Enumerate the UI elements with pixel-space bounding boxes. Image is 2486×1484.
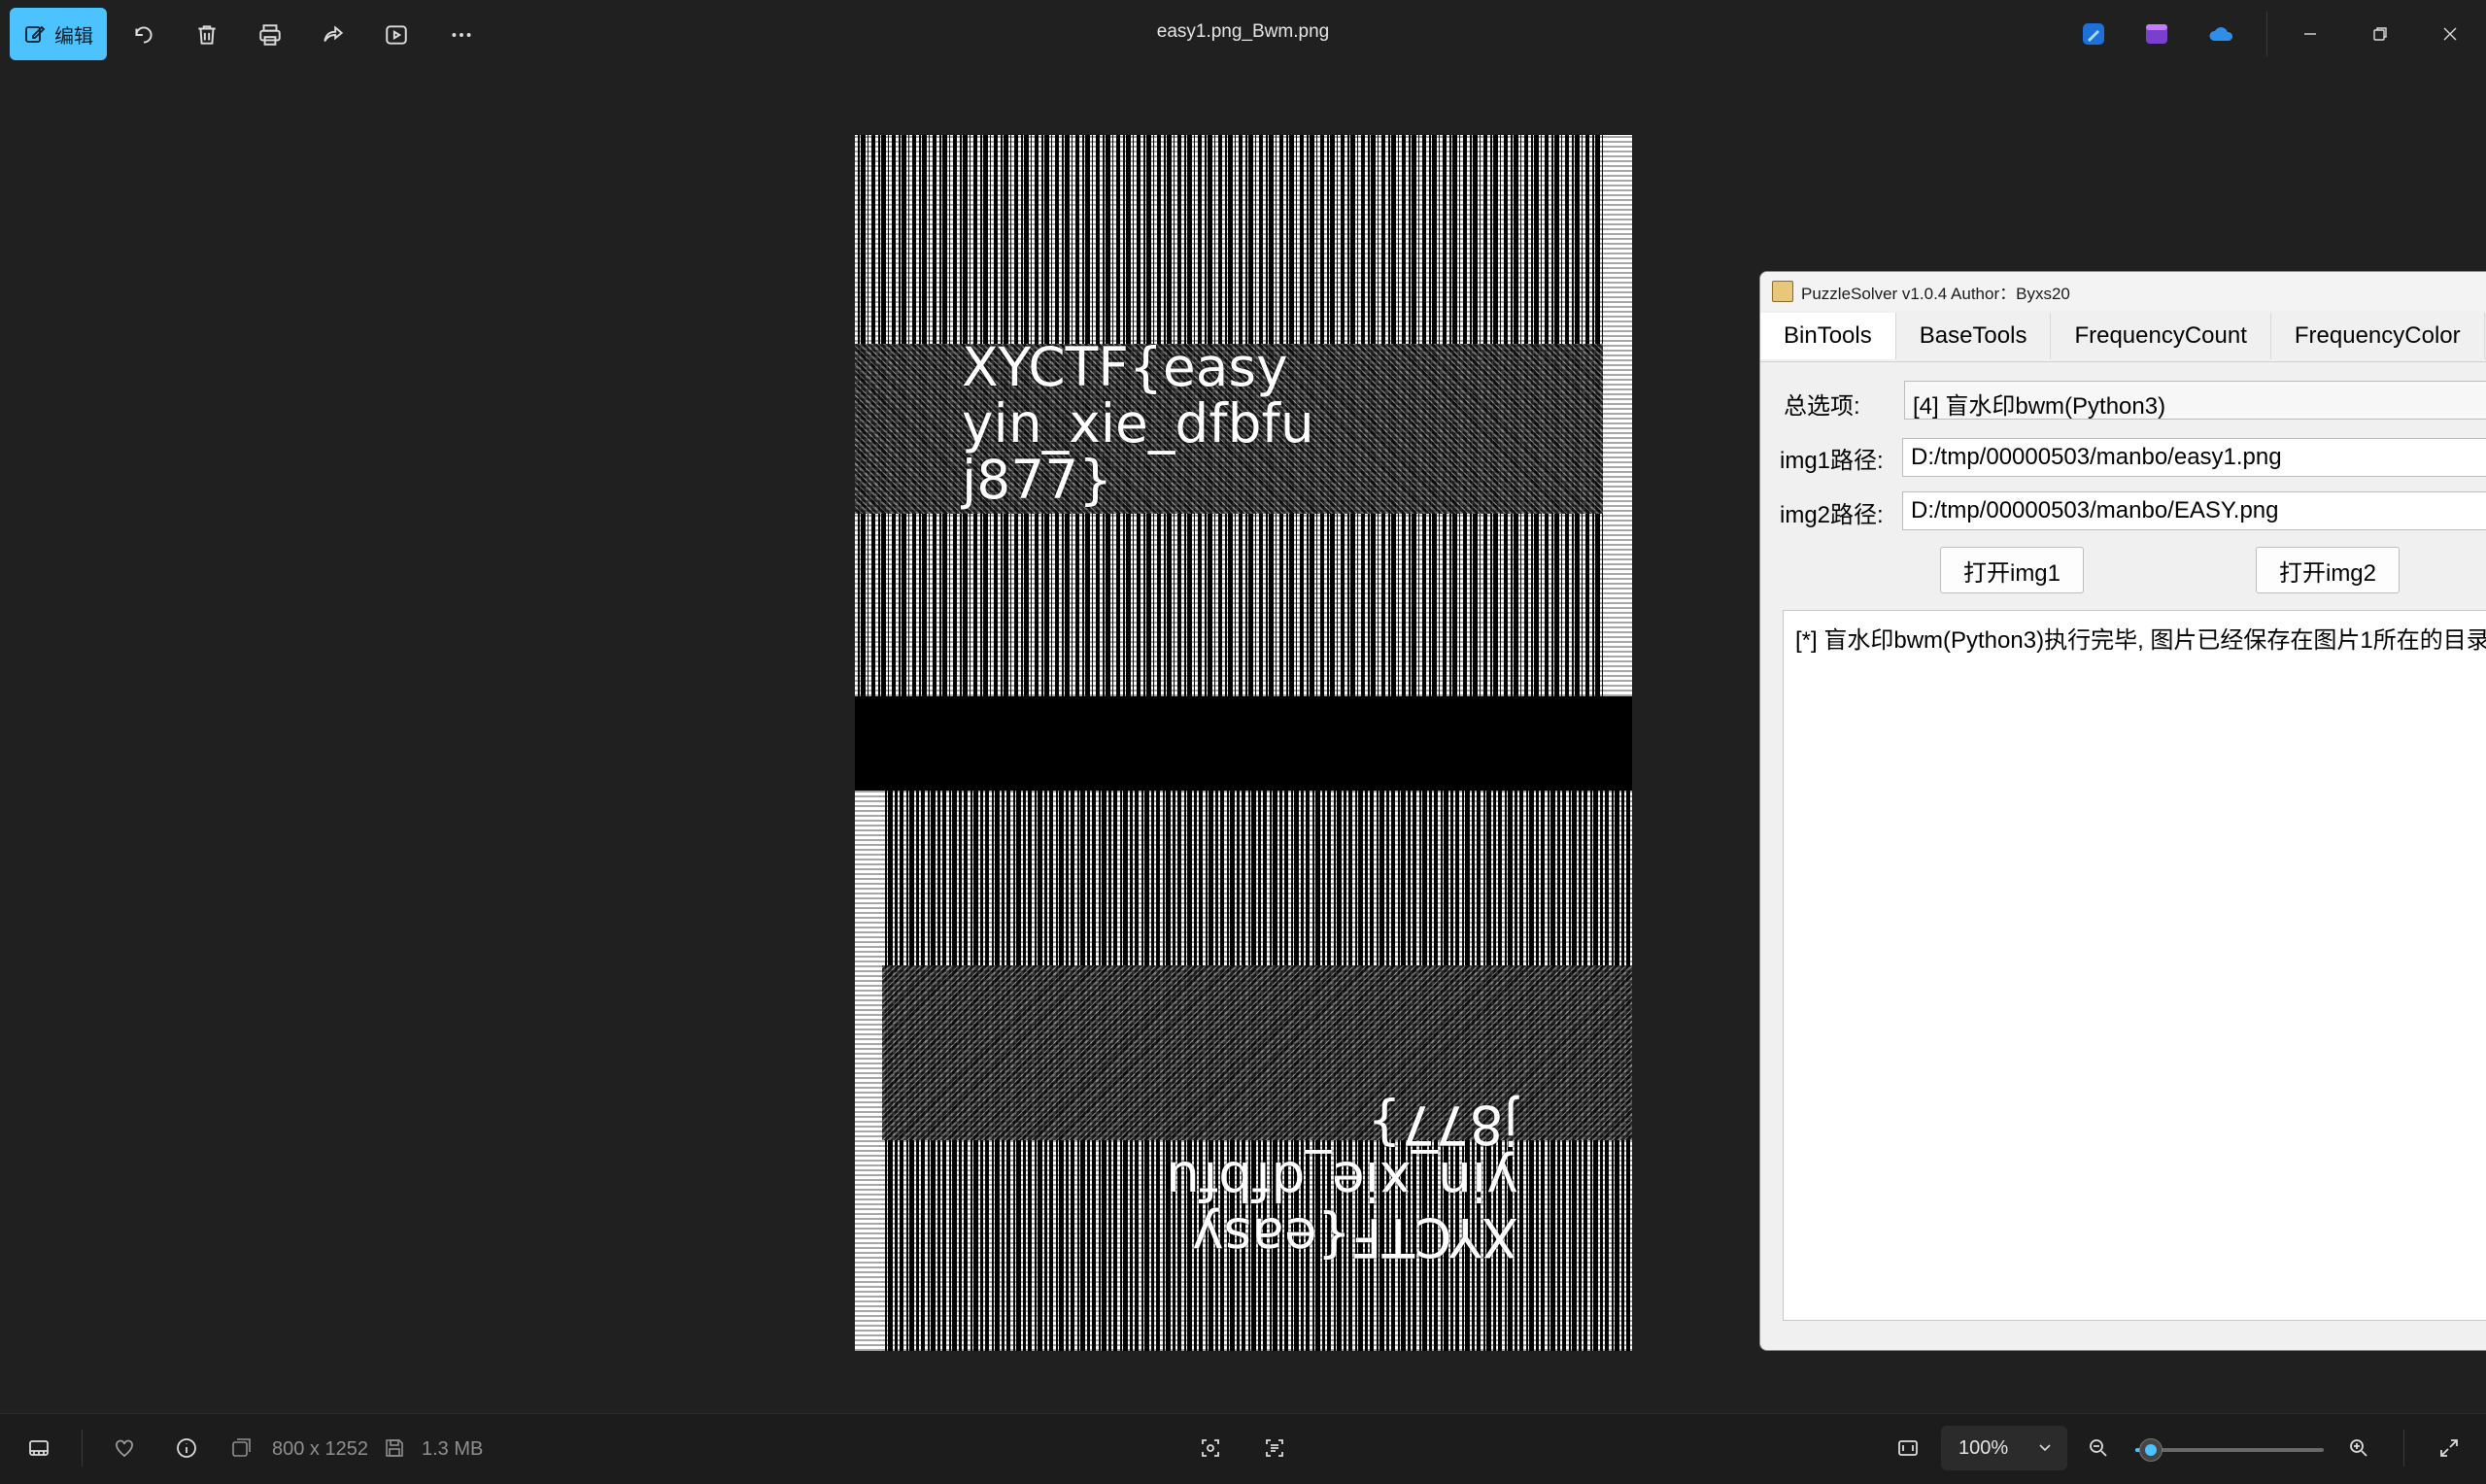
- favorite-button[interactable]: [109, 1433, 140, 1464]
- dimensions-icon-wrap: [229, 1433, 253, 1464]
- puzzlesolver-app-icon: [1772, 281, 1793, 302]
- zoom-slider-track[interactable]: [2135, 1448, 2324, 1452]
- white-edge: [1605, 135, 1632, 696]
- zoom-level-dropdown[interactable]: 100%: [1941, 1426, 2067, 1470]
- delete-icon: [198, 25, 216, 45]
- fullscreen-button[interactable]: [2434, 1433, 2465, 1464]
- designer-icon: [2083, 23, 2104, 45]
- white-edge: [855, 791, 882, 1351]
- zoom-level-value: 100%: [1958, 1436, 2009, 1459]
- info-icon: [177, 1438, 196, 1458]
- edit-label: 编辑: [54, 25, 93, 48]
- zoom-out-button[interactable]: [2083, 1433, 2114, 1464]
- minimize-icon: [2304, 33, 2316, 35]
- tab-frequencycolor[interactable]: FrequencyColor: [2271, 313, 2485, 359]
- output-textarea[interactable]: [*] 盲水印bwm(Python3)执行完毕, 图片已经保存在图片1所在的目录: [1783, 610, 2486, 1321]
- delete-button[interactable]: [185, 13, 229, 57]
- statusbar-divider: [82, 1430, 83, 1467]
- file-info-button[interactable]: [171, 1433, 202, 1464]
- zoom-in-button[interactable]: [2343, 1433, 2374, 1464]
- img1-path-field[interactable]: D:/tmp/00000503/manbo/easy1.png: [1902, 438, 2486, 477]
- tab-frequencycount[interactable]: FrequencyCount: [2051, 313, 2271, 359]
- clipchamp-icon: [2146, 24, 2167, 44]
- open-img2-button[interactable]: 打开img2: [2256, 547, 2400, 593]
- filmstrip-icon: [29, 1440, 49, 1456]
- puzzlesolver-window: PuzzleSolver v1.0.4 Author：Byxs20 BinToo…: [1759, 271, 2486, 1351]
- clipchamp-button[interactable]: [2142, 19, 2171, 49]
- chevron-down-icon: [2039, 1444, 2051, 1452]
- tab-basetools[interactable]: BaseTools: [1896, 313, 2052, 359]
- top-toolbar: [0, 0, 2486, 70]
- scan-icon: [1202, 1439, 1219, 1457]
- onedrive-button[interactable]: [2207, 19, 2236, 49]
- tab-bintools[interactable]: BinTools: [1760, 313, 1896, 359]
- print-button[interactable]: [248, 13, 292, 57]
- img2-path-label: img2路径:: [1780, 502, 1884, 528]
- more-button[interactable]: [439, 13, 484, 57]
- zoom-slider-thumb[interactable]: [2139, 1438, 2162, 1462]
- restore-icon: [2373, 27, 2387, 41]
- puzzlesolver-tabs: BinTools BaseTools FrequencyCount Freque…: [1760, 313, 2486, 362]
- zoom-in-icon: [2350, 1439, 2367, 1457]
- slideshow-button[interactable]: [374, 13, 419, 57]
- more-icon: [452, 33, 471, 37]
- slideshow-icon: [386, 25, 407, 45]
- fit-screen-icon: [1898, 1440, 1918, 1456]
- watermark-text-top: XYCTF{easy yin_xie_dfbfu j877}: [962, 336, 1314, 511]
- rotate-button[interactable]: [121, 13, 166, 57]
- edit-icon: [25, 25, 46, 43]
- fit-to-window-button[interactable]: [1892, 1433, 1924, 1464]
- heart-icon: [116, 1439, 133, 1458]
- watermark-text-bottom: XYCTF{easy yin_xie_dfbfu j877}: [1166, 1094, 1518, 1268]
- resize-icon: [232, 1438, 251, 1457]
- toolbar-divider: [2266, 12, 2267, 56]
- zoom-out-icon: [2090, 1439, 2107, 1457]
- open-img1-button[interactable]: 打开img1: [1940, 547, 2084, 593]
- image-dimensions: 800 x 1252: [272, 1438, 368, 1460]
- img1-path-label: img1路径:: [1780, 448, 1884, 474]
- share-icon: [324, 25, 344, 42]
- close-icon: [2443, 27, 2457, 41]
- img2-path-field[interactable]: D:/tmp/00000503/manbo/EASY.png: [1902, 491, 2486, 530]
- puzzlesolver-title: PuzzleSolver v1.0.4 Author：Byxs20: [1801, 284, 2070, 303]
- expand-icon: [2440, 1439, 2458, 1457]
- rotate-icon: [135, 26, 153, 44]
- edit-button[interactable]: 编辑: [10, 8, 107, 60]
- filmstrip-button[interactable]: [23, 1433, 54, 1464]
- image-canvas[interactable]: XYCTF{easy yin_xie_dfbfu j877} XYCTF{eas…: [855, 135, 1632, 1351]
- save-disk-icon: [386, 1439, 403, 1457]
- minimize-button[interactable]: [2281, 10, 2339, 58]
- restore-button[interactable]: [2351, 10, 2409, 58]
- option-select[interactable]: [4] 盲水印bwm(Python3): [1904, 381, 2486, 420]
- onedrive-icon: [2209, 27, 2233, 41]
- close-button[interactable]: [2421, 10, 2479, 58]
- filesize-icon-wrap: [383, 1433, 406, 1464]
- visual-search-button[interactable]: [1195, 1433, 1226, 1464]
- file-size: 1.3 MB: [422, 1438, 484, 1460]
- puzzlesolver-titlebar[interactable]: PuzzleSolver v1.0.4 Author：Byxs20: [1760, 272, 2486, 311]
- option-label: 总选项:: [1784, 393, 1860, 420]
- print-icon: [259, 24, 281, 46]
- designer-button[interactable]: [2079, 19, 2108, 49]
- share-button[interactable]: [311, 13, 356, 57]
- text-scan-icon: [1266, 1439, 1283, 1457]
- statusbar-divider: [2403, 1430, 2404, 1467]
- scan-text-button[interactable]: [1259, 1433, 1290, 1464]
- black-divider-band: [855, 696, 1632, 791]
